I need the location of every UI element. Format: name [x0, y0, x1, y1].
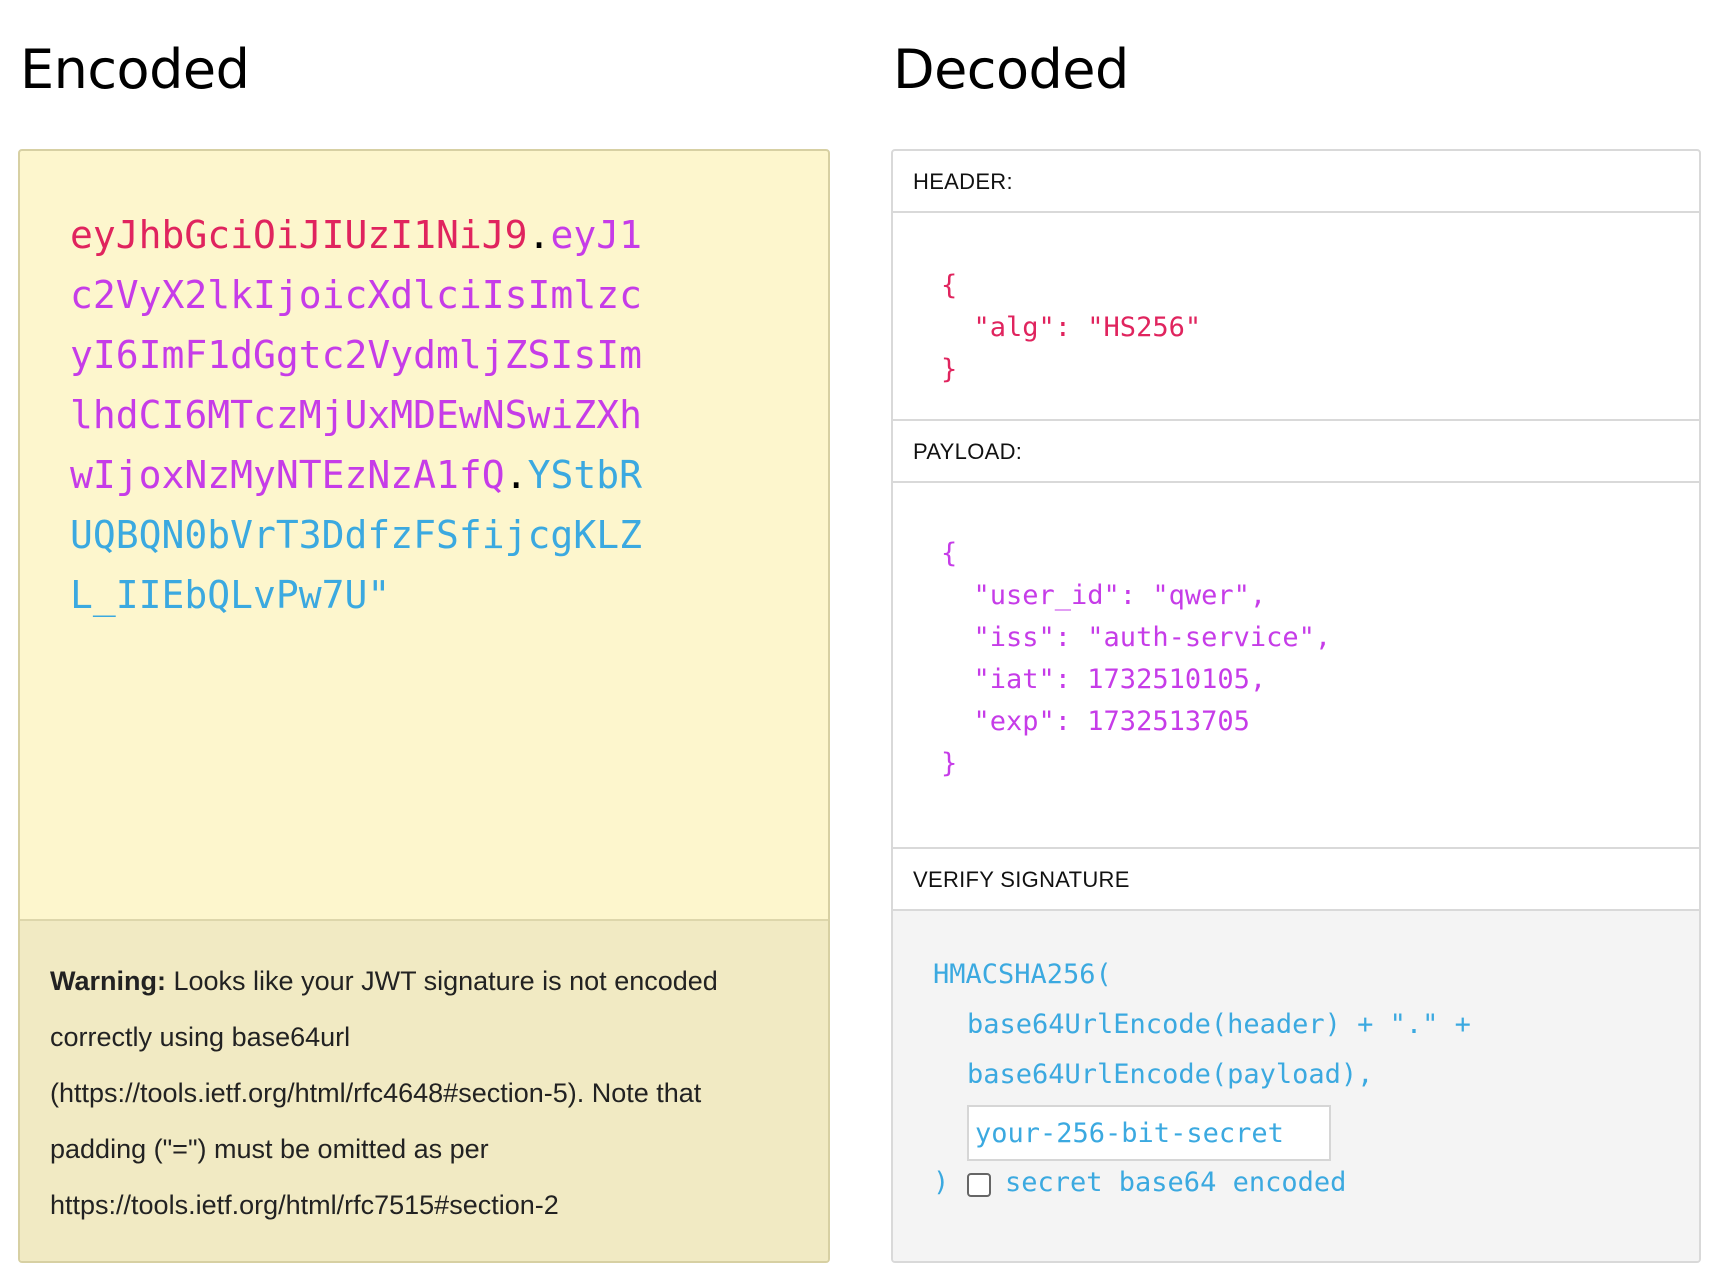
secret-input[interactable] [967, 1105, 1331, 1161]
hmac-function-open: HMACSHA256( [933, 959, 1112, 990]
verify-signature-label: VERIFY SIGNATURE [893, 849, 1699, 911]
token-separator-dot: . [527, 213, 551, 257]
payload-json-editor[interactable]: { "user_id": "qwer", "iss": "auth-servic… [893, 483, 1699, 849]
signature-warning: Warning: Looks like your JWT signature i… [20, 919, 828, 1261]
hmac-payload-expr: base64UrlEncode(payload), [967, 1059, 1374, 1090]
hmac-header-expr: base64UrlEncode(header) + "." + [967, 1009, 1471, 1040]
verify-signature-section: HMACSHA256( base64UrlEncode(header) + ".… [893, 911, 1699, 1261]
encoded-token-text[interactable]: eyJhbGciOiJIUzI1NiJ9.eyJ1 c2VyX2lkIjoicX… [70, 205, 690, 625]
payload-section-label: PAYLOAD: [893, 421, 1699, 483]
encoded-token-editor[interactable]: eyJhbGciOiJIUzI1NiJ9.eyJ1 c2VyX2lkIjoicX… [18, 149, 830, 1263]
payload-json[interactable]: { "user_id": "qwer", "iss": "auth-servic… [941, 533, 1331, 785]
secret-base64-checkbox[interactable] [967, 1173, 991, 1197]
token-header-part: eyJhbGciOiJIUzI1NiJ9 [70, 213, 528, 257]
warning-label: Warning: [50, 966, 166, 996]
header-section-label: HEADER: [893, 151, 1699, 213]
decoded-title: Decoded [893, 38, 1129, 101]
hmac-function-close: ) [933, 1167, 950, 1198]
decoded-panel: HEADER: { "alg": "HS256" } PAYLOAD: { "u… [891, 149, 1701, 1263]
header-json[interactable]: { "alg": "HS256" } [941, 265, 1201, 391]
encoded-title: Encoded [20, 38, 250, 101]
secret-base64-label[interactable]: secret base64 encoded [1005, 1167, 1346, 1198]
header-json-editor[interactable]: { "alg": "HS256" } [893, 213, 1699, 421]
warning-text: Looks like your JWT signature is not enc… [50, 966, 718, 1220]
token-separator-dot: . [504, 453, 528, 497]
